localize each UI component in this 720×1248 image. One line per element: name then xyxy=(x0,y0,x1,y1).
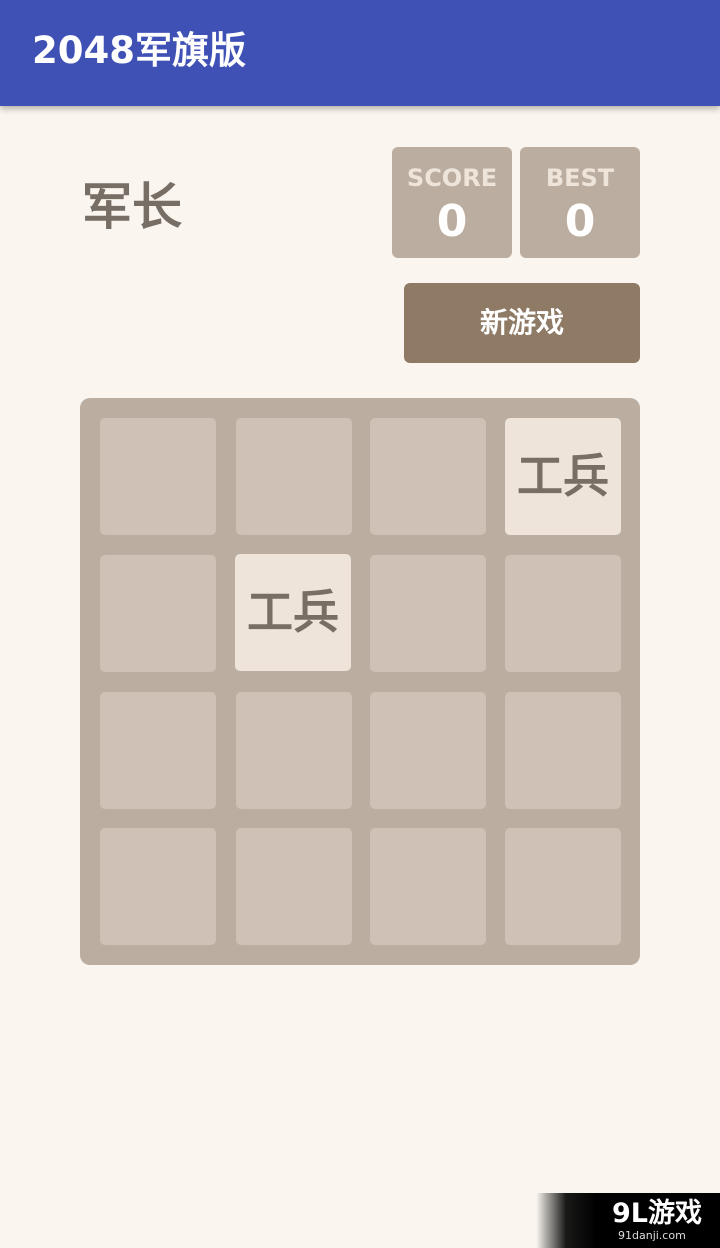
board-cell-r3c4 xyxy=(505,692,621,809)
board-cell-r3c3 xyxy=(370,692,486,809)
new-game-button[interactable]: 新游戏 xyxy=(404,283,640,363)
board-cell-r4c2 xyxy=(236,828,352,945)
board-cell-r2c1 xyxy=(100,555,216,672)
board-cell-r2c4 xyxy=(505,555,621,672)
score-label: SCORE xyxy=(406,164,498,192)
score-box: SCORE 0 xyxy=(392,147,512,258)
board-cell-r2c3 xyxy=(370,555,486,672)
board-cell-r3c1 xyxy=(100,692,216,809)
watermark-url: 91danji.com xyxy=(618,1229,686,1242)
board-cell-r4c1 xyxy=(100,828,216,945)
best-label: BEST xyxy=(545,164,615,192)
board-cell-r1c4: 工兵 xyxy=(505,418,621,535)
watermark-logo: 9L游戏 xyxy=(612,1198,702,1229)
game-board[interactable]: 工兵 工兵 xyxy=(80,398,640,965)
board-cell-r3c2 xyxy=(236,692,352,809)
best-value: 0 xyxy=(564,196,596,247)
board-cell-r1c1 xyxy=(100,418,216,535)
board-cell-r1c2 xyxy=(236,418,352,535)
board-cell-r4c3 xyxy=(370,828,486,945)
best-box: BEST 0 xyxy=(520,147,640,258)
board-cell-r1c3 xyxy=(370,418,486,535)
score-value: 0 xyxy=(436,196,468,247)
app-bar: 2048军旗版 xyxy=(0,0,720,106)
rank-title: 军长 xyxy=(82,178,182,236)
app-title: 2048军旗版 xyxy=(32,29,246,72)
board-cell-r2c2: 工兵 xyxy=(235,554,351,671)
board-cell-r4c4 xyxy=(505,828,621,945)
